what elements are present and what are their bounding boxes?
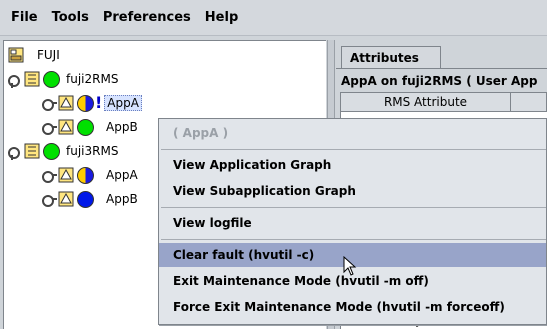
cluster-icon: [8, 47, 24, 63]
column-header-value[interactable]: [511, 93, 546, 111]
menu-help[interactable]: Help: [198, 0, 245, 36]
tree-node-fuji3rms[interactable]: fuji3RMS: [8, 141, 118, 161]
partial-status-icon: [77, 166, 94, 184]
menu-separator: [161, 239, 546, 240]
menu-item-view-logfile[interactable]: View logfile: [159, 211, 546, 235]
server-icon: [24, 143, 40, 159]
menu-bar: File Tools Preferences Help: [0, 0, 547, 36]
application-icon: [58, 95, 74, 111]
tree-root-label: FUJI: [37, 48, 60, 62]
tree-item-label: AppB: [106, 120, 138, 134]
tab-divider: [336, 68, 547, 69]
tree-item-appb[interactable]: AppB: [42, 189, 138, 209]
tree-root-node[interactable]: FUJI: [8, 45, 60, 65]
application-icon: [58, 119, 74, 135]
menu-tools[interactable]: Tools: [45, 0, 96, 36]
online-status-icon: [77, 118, 94, 136]
collapse-handle-icon[interactable]: [42, 169, 57, 183]
online-status-icon: [43, 70, 60, 88]
offline-status-icon: [77, 190, 94, 208]
expand-handle-icon[interactable]: [8, 145, 20, 160]
tab-attributes[interactable]: Attributes: [341, 46, 441, 68]
server-icon: [24, 71, 40, 87]
tree-item-label: AppB: [106, 192, 138, 206]
attributes-table-header: RMS Attribute: [340, 92, 547, 112]
application-icon: [58, 191, 74, 207]
context-menu-header: ( AppA ): [173, 126, 229, 140]
mouse-pointer-icon: [343, 256, 357, 276]
expand-handle-icon[interactable]: [8, 73, 20, 88]
context-menu: ( AppA ) View Application Graph View Sub…: [158, 118, 547, 325]
tree-item-label: AppA: [106, 168, 138, 182]
column-header-rms-attribute[interactable]: RMS Attribute: [341, 93, 511, 111]
application-icon: [58, 167, 74, 183]
menu-item-view-subapplication-graph[interactable]: View Subapplication Graph: [159, 179, 546, 203]
menu-item-view-application-graph[interactable]: View Application Graph: [159, 153, 546, 177]
tree-node-label: fuji2RMS: [66, 72, 119, 86]
collapse-handle-icon[interactable]: [42, 121, 57, 135]
tree-node-label: fuji3RMS: [66, 144, 119, 158]
menu-file[interactable]: File: [4, 0, 45, 36]
online-status-icon: [43, 142, 60, 160]
collapse-handle-icon[interactable]: [42, 193, 57, 207]
tree-item-label: AppA: [104, 95, 142, 111]
collapse-handle-icon[interactable]: [42, 97, 57, 111]
menu-separator: [161, 149, 546, 150]
tree-item-appb[interactable]: AppB: [42, 117, 138, 137]
tree-item-appa[interactable]: AppA: [42, 165, 138, 185]
menu-separator: [161, 207, 546, 208]
app-title: AppA on fuji2RMS ( User App: [341, 74, 538, 88]
tree-node-fuji2rms[interactable]: fuji2RMS: [8, 69, 118, 89]
menu-preferences[interactable]: Preferences: [96, 0, 198, 36]
faulted-status-icon: [77, 94, 94, 112]
fault-exclamation-icon: !: [95, 93, 103, 112]
menu-item-force-exit-maintenance-mode[interactable]: Force Exit Maintenance Mode (hvutil -m f…: [159, 295, 546, 319]
tree-item-appa[interactable]: ! AppA: [42, 93, 142, 113]
